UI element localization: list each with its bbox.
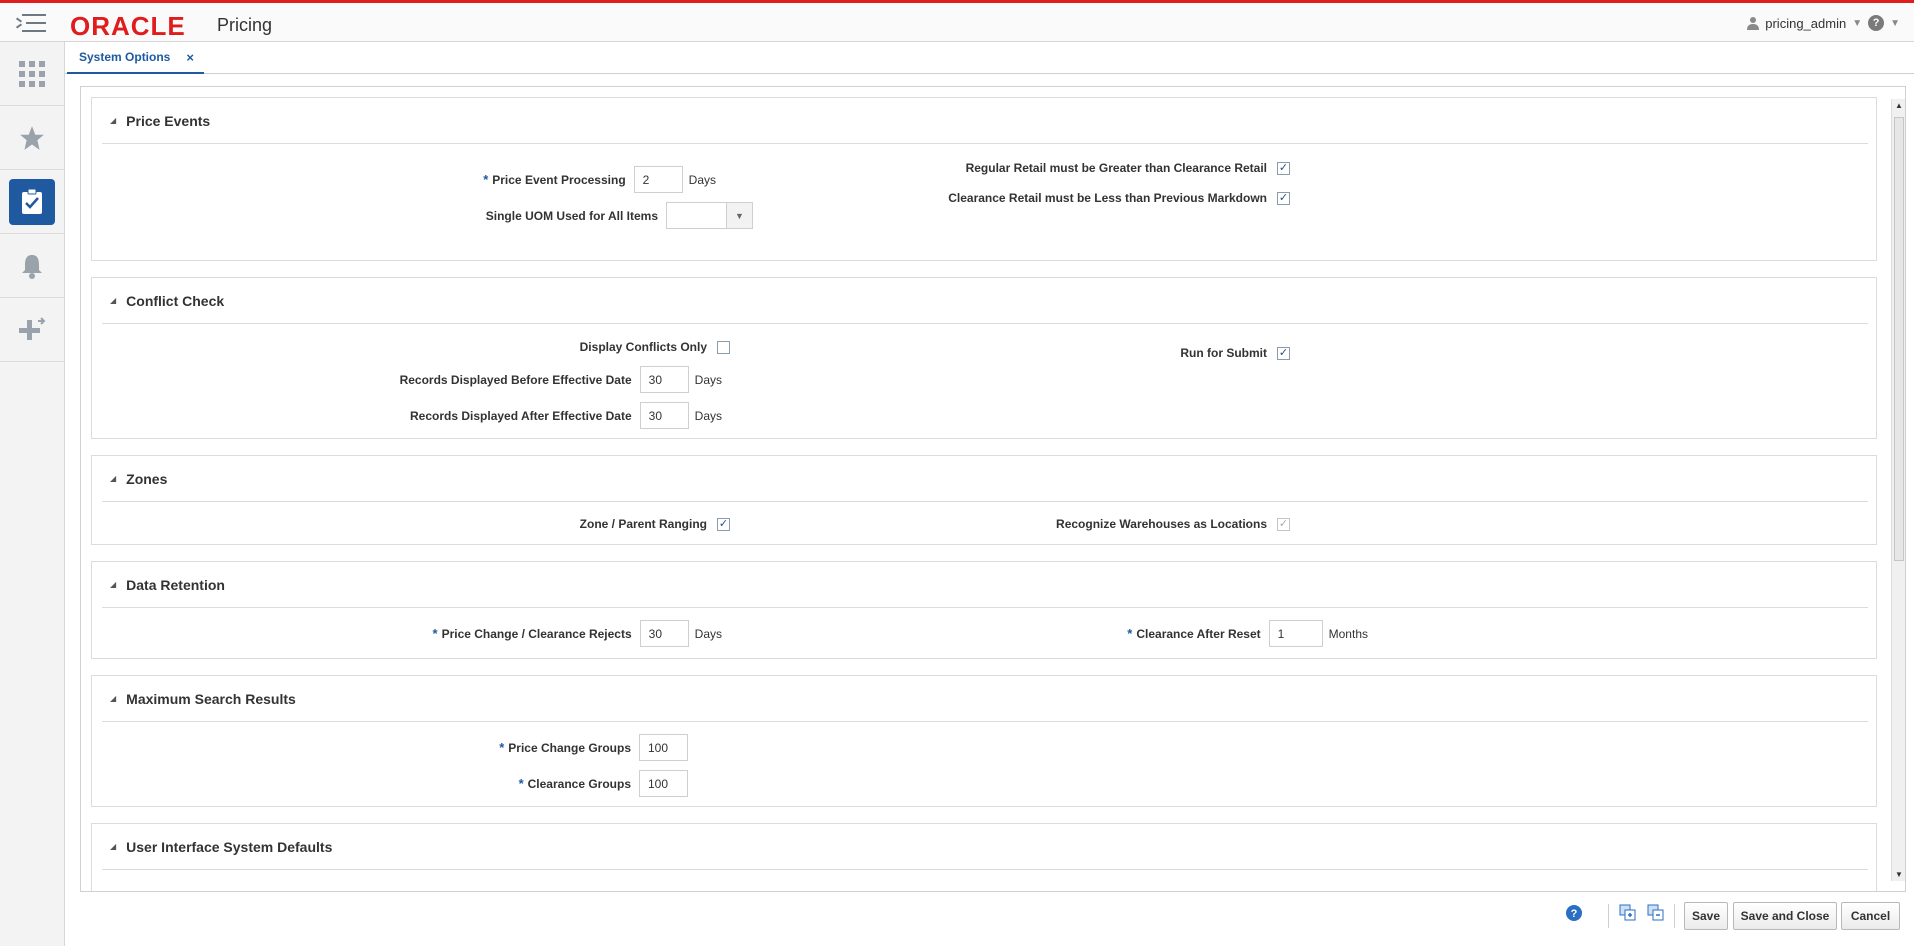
required-marker: * — [432, 626, 438, 641]
display-conflicts-only-checkbox[interactable] — [717, 340, 730, 354]
system-options-panel: ◢ Price Events * Price Event Processing … — [80, 86, 1906, 892]
disclosure-triangle-icon[interactable]: ◢ — [110, 842, 116, 851]
disclosure-triangle-icon[interactable]: ◢ — [110, 116, 116, 125]
section-title: Data Retention — [126, 576, 225, 593]
page-footer: ? Save Save and Close Cancel — [65, 892, 1914, 946]
section-header[interactable]: ◢ Conflict Check — [102, 278, 1868, 324]
field-regular-gt-clearance: Regular Retail must be Greater than Clea… — [965, 161, 1290, 175]
left-nav — [0, 42, 65, 946]
required-marker: * — [499, 740, 505, 755]
tab-label[interactable]: System Options — [79, 50, 170, 64]
section-title: Conflict Check — [126, 292, 225, 309]
user-icon — [1747, 17, 1760, 30]
help-icon[interactable]: ? — [1868, 15, 1885, 31]
price-event-processing-input[interactable]: 2 — [633, 166, 683, 193]
scroll-up-icon[interactable]: ▲ — [1895, 101, 1903, 110]
app-title: Pricing — [217, 15, 273, 35]
clipboard-check-icon — [22, 188, 42, 214]
field-price-change-rejects: * Price Change / Clearance Rejects 30 Da… — [432, 620, 722, 647]
disclosure-triangle-icon[interactable]: ◢ — [110, 694, 116, 703]
disclosure-triangle-icon[interactable]: ◢ — [110, 580, 116, 589]
regular-gt-clearance-checkbox[interactable]: ✓ — [1277, 161, 1290, 175]
chevron-down-icon[interactable]: ▼ — [1852, 18, 1862, 29]
section-header[interactable]: ◢ Maximum Search Results — [102, 676, 1868, 722]
bell-icon — [22, 254, 42, 279]
required-marker: * — [483, 172, 489, 187]
section-data-retention: ◢ Data Retention * Price Change / Cleara… — [91, 561, 1877, 659]
svg-text:?: ? — [1571, 908, 1578, 920]
required-marker: * — [518, 776, 524, 791]
field-records-after: Records Displayed After Effective Date 3… — [410, 402, 722, 429]
disclosure-triangle-icon[interactable]: ◢ — [110, 296, 116, 305]
section-header[interactable]: ◢ Data Retention — [102, 562, 1868, 608]
single-uom-select[interactable]: ▼ — [666, 202, 753, 229]
tab-system-options[interactable]: System Options × — [67, 42, 204, 74]
chevron-down-icon[interactable]: ▼ — [1890, 18, 1900, 29]
field-run-for-submit: Run for Submit ✓ — [1180, 346, 1290, 360]
section-header[interactable]: ◢ Price Events — [102, 98, 1868, 144]
field-display-conflicts-only: Display Conflicts Only — [580, 340, 730, 354]
section-price-events: ◢ Price Events * Price Event Processing … — [91, 97, 1877, 261]
user-menu[interactable]: pricing_admin ▼ ? ▼ — [1747, 15, 1900, 31]
section-title: Maximum Search Results — [126, 690, 296, 707]
plus-arrow-icon — [19, 316, 46, 340]
grid-icon — [19, 60, 45, 87]
clearance-after-reset-input[interactable]: 1 — [1268, 620, 1323, 647]
required-marker: * — [1127, 626, 1133, 641]
zone-parent-ranging-checkbox[interactable]: ✓ — [717, 517, 730, 531]
section-conflict-check: ◢ Conflict Check Display Conflicts Only … — [91, 277, 1877, 439]
records-after-input[interactable]: 30 — [639, 402, 689, 429]
menu-icon[interactable] — [15, 12, 46, 34]
section-title: Zones — [126, 470, 168, 487]
copy-window-icon[interactable] — [1619, 904, 1637, 922]
section-title: Price Events — [126, 112, 211, 129]
records-before-input[interactable]: 30 — [639, 366, 689, 393]
vertical-scrollbar[interactable]: ▲ ▼ — [1891, 99, 1905, 881]
section-header[interactable]: ◢ Zones — [102, 456, 1868, 502]
star-icon — [20, 125, 44, 150]
disclosure-triangle-icon[interactable]: ◢ — [110, 474, 116, 483]
field-clearance-groups: * Clearance Groups 100 — [519, 770, 688, 797]
price-change-groups-input[interactable]: 100 — [639, 734, 688, 761]
divider — [1608, 904, 1609, 928]
field-recognize-warehouses: Recognize Warehouses as Locations ✓ — [1056, 517, 1290, 531]
save-button[interactable]: Save — [1684, 902, 1728, 930]
oracle-logo: ORACLE — [70, 11, 186, 41]
nav-create[interactable] — [0, 298, 64, 362]
scroll-area: ◢ Price Events * Price Event Processing … — [81, 87, 1887, 891]
field-price-change-groups: * Price Change Groups 100 — [499, 734, 688, 761]
price-change-rejects-input[interactable]: 30 — [639, 620, 689, 647]
section-title: User Interface System Defaults — [126, 838, 333, 855]
scrollbar-thumb[interactable] — [1894, 117, 1904, 561]
nav-system-options[interactable] — [0, 170, 64, 234]
section-header[interactable]: ◢ User Interface System Defaults — [102, 824, 1868, 870]
field-clearance-lt-markdown: Clearance Retail must be Less than Previ… — [948, 191, 1290, 205]
section-zones: ◢ Zones Zone / Parent Ranging ✓ Recogniz… — [91, 455, 1877, 545]
nav-notifications[interactable] — [0, 234, 64, 298]
field-records-before: Records Displayed Before Effective Date … — [400, 366, 722, 393]
field-clearance-after-reset: * Clearance After Reset 1 Months — [1127, 620, 1368, 647]
close-icon[interactable]: × — [186, 50, 194, 65]
username[interactable]: pricing_admin — [1765, 16, 1846, 31]
field-zone-parent-ranging: Zone / Parent Ranging ✓ — [579, 517, 730, 531]
recognize-warehouses-checkbox: ✓ — [1277, 517, 1290, 531]
nav-tasks[interactable] — [0, 42, 64, 106]
app-header: ORACLE Pricing pricing_admin ▼ ? ▼ — [0, 0, 1914, 42]
divider — [1674, 904, 1675, 928]
section-max-search-results: ◢ Maximum Search Results * Price Change … — [91, 675, 1877, 807]
scroll-down-icon[interactable]: ▼ — [1895, 870, 1903, 879]
help-icon[interactable]: ? — [1565, 904, 1583, 922]
field-single-uom: Single UOM Used for All Items ▼ — [486, 202, 753, 229]
save-and-close-button[interactable]: Save and Close — [1733, 902, 1837, 930]
chevron-down-icon[interactable]: ▼ — [726, 203, 752, 228]
run-for-submit-checkbox[interactable]: ✓ — [1277, 346, 1290, 360]
detach-window-icon[interactable] — [1647, 904, 1665, 922]
section-ui-defaults: ◢ User Interface System Defaults — [91, 823, 1877, 891]
field-price-event-processing: * Price Event Processing 2 Days — [483, 166, 716, 193]
tab-bar: System Options × — [65, 42, 1914, 74]
nav-favorites[interactable] — [0, 106, 64, 170]
clearance-lt-markdown-checkbox[interactable]: ✓ — [1277, 191, 1290, 205]
cancel-button[interactable]: Cancel — [1841, 902, 1900, 930]
clearance-groups-input[interactable]: 100 — [639, 770, 688, 797]
